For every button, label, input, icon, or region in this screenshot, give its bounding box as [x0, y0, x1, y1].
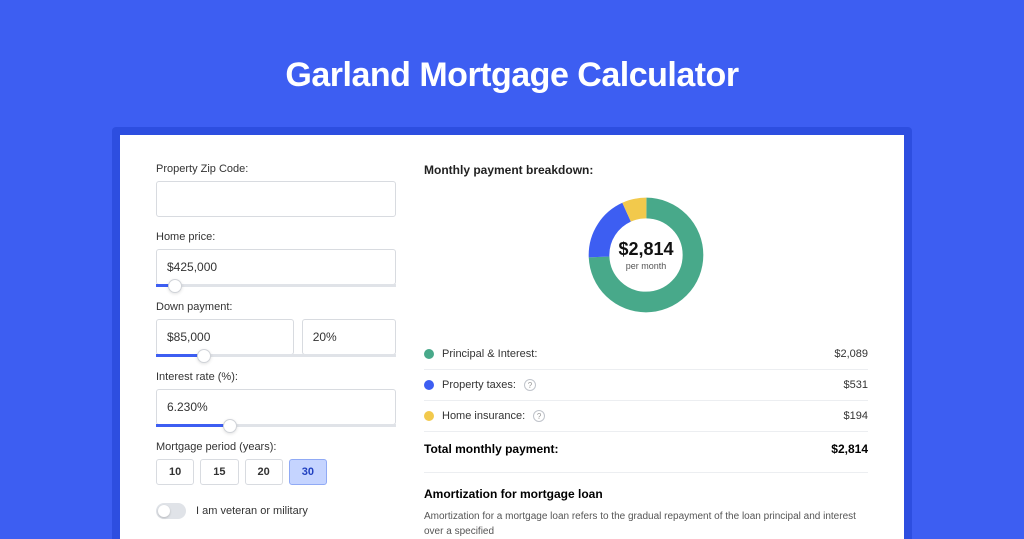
- page-title: Garland Mortgage Calculator: [0, 56, 1024, 95]
- period-group: 1015 2030: [156, 459, 396, 485]
- field-period: Mortgage period (years): 1015 2030: [156, 441, 396, 485]
- period-label: Mortgage period (years):: [156, 441, 396, 453]
- breakdown-row: Home insurance:? $194: [424, 401, 868, 432]
- interest-rate-slider[interactable]: [156, 424, 396, 427]
- home-price-input[interactable]: [156, 249, 396, 285]
- card-outer: Property Zip Code: Home price: Down paym…: [112, 127, 912, 539]
- amortization-title: Amortization for mortgage loan: [424, 487, 868, 501]
- veteran-row: I am veteran or military: [156, 503, 396, 519]
- breakdown-row: Property taxes:? $531: [424, 370, 868, 401]
- calculator-card: Property Zip Code: Home price: Down paym…: [120, 135, 904, 539]
- home-price-label: Home price:: [156, 231, 396, 243]
- total-row: Total monthly payment: $2,814: [424, 432, 868, 472]
- donut-wrap: $2,814 per month: [424, 193, 868, 317]
- breakdown-list: Principal & Interest: $2,089 Property taxe…: [424, 339, 868, 432]
- period-button-20[interactable]: 20: [245, 459, 283, 485]
- home-price-slider[interactable]: [156, 284, 396, 287]
- total-label: Total monthly payment:: [424, 442, 558, 456]
- form-panel: Property Zip Code: Home price: Down paym…: [156, 163, 396, 539]
- down-payment-label: Down payment:: [156, 301, 396, 313]
- breakdown-label-text: Principal & Interest:: [442, 348, 537, 360]
- donut-sub: per month: [626, 261, 667, 271]
- breakdown-row: Principal & Interest: $2,089: [424, 339, 868, 370]
- donut-center: $2,814 per month: [584, 193, 708, 317]
- field-down-payment: Down payment:: [156, 301, 396, 357]
- period-button-10[interactable]: 10: [156, 459, 194, 485]
- down-payment-slider[interactable]: [156, 354, 396, 357]
- breakdown-label-text: Property taxes:: [442, 379, 516, 391]
- legend-dot: [424, 380, 434, 390]
- legend-dot: [424, 349, 434, 359]
- info-icon[interactable]: ?: [533, 410, 545, 422]
- breakdown-value: $2,089: [834, 348, 868, 360]
- down-payment-pct-input[interactable]: [302, 319, 396, 355]
- home-price-slider-thumb[interactable]: [168, 279, 182, 293]
- field-zip: Property Zip Code:: [156, 163, 396, 217]
- donut-amount: $2,814: [618, 239, 673, 260]
- field-interest-rate: Interest rate (%):: [156, 371, 396, 427]
- amortization-section: Amortization for mortgage loan Amortizat…: [424, 472, 868, 539]
- info-icon[interactable]: ?: [524, 379, 536, 391]
- total-value: $2,814: [831, 442, 868, 456]
- period-button-15[interactable]: 15: [200, 459, 238, 485]
- donut-chart: $2,814 per month: [584, 193, 708, 317]
- interest-rate-slider-thumb[interactable]: [223, 419, 237, 433]
- down-payment-slider-thumb[interactable]: [197, 349, 211, 363]
- results-panel: Monthly payment breakdown: $2,814 per mo…: [424, 163, 868, 539]
- amortization-text: Amortization for a mortgage loan refers …: [424, 509, 868, 539]
- field-home-price: Home price:: [156, 231, 396, 287]
- period-button-30[interactable]: 30: [289, 459, 327, 485]
- breakdown-value: $194: [844, 410, 868, 422]
- zip-input[interactable]: [156, 181, 396, 217]
- interest-rate-slider-fill: [156, 424, 230, 427]
- down-payment-input[interactable]: [156, 319, 294, 355]
- breakdown-title: Monthly payment breakdown:: [424, 163, 868, 177]
- interest-rate-input[interactable]: [156, 389, 396, 425]
- breakdown-value: $531: [844, 379, 868, 391]
- hero: Garland Mortgage Calculator: [0, 0, 1024, 127]
- veteran-label: I am veteran or military: [196, 505, 308, 517]
- breakdown-label-text: Home insurance:: [442, 410, 525, 422]
- legend-dot: [424, 411, 434, 421]
- interest-rate-label: Interest rate (%):: [156, 371, 396, 383]
- zip-label: Property Zip Code:: [156, 163, 396, 175]
- veteran-toggle[interactable]: [156, 503, 186, 519]
